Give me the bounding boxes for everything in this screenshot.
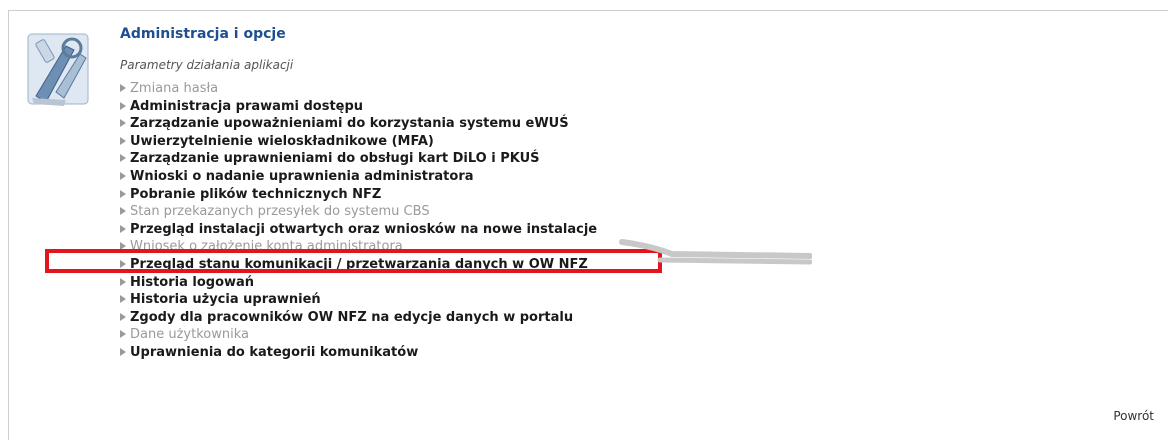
section-title: Administracja i opcje bbox=[120, 26, 286, 42]
menu-item-label: Dane użytkownika bbox=[130, 327, 249, 343]
arrow-right-icon bbox=[120, 119, 126, 128]
menu-item-label: Historia logowań bbox=[130, 274, 255, 290]
arrow-right-icon bbox=[120, 154, 126, 163]
arrow-right-icon bbox=[120, 84, 126, 92]
menu-item-mfa[interactable]: Uwierzytelnienie wieloskładnikowe (MFA) bbox=[120, 133, 597, 151]
pointer-arrow bbox=[619, 239, 812, 265]
options-menu: Zmiana hasła Administracja prawami dostę… bbox=[120, 80, 597, 362]
arrow-right-icon bbox=[120, 312, 126, 321]
arrow-right-icon bbox=[120, 207, 126, 216]
menu-item-label: Uprawnienia do kategorii komunikatów bbox=[130, 344, 419, 360]
menu-item-label: Historia użycia uprawnień bbox=[130, 292, 321, 308]
section-subtitle: Parametry działania aplikacji bbox=[120, 58, 294, 72]
menu-item-admin-requests[interactable]: Wnioski o nadanie uprawnienia administra… bbox=[120, 168, 597, 186]
menu-item-label: Administracja prawami dostępu bbox=[130, 98, 364, 114]
menu-item-label: Stan przekazanych przesyłek do systemu C… bbox=[130, 204, 430, 220]
menu-item-permission-history[interactable]: Historia użycia uprawnień bbox=[120, 291, 597, 309]
arrow-right-icon bbox=[120, 224, 126, 233]
arrow-right-icon bbox=[120, 189, 126, 198]
menu-item-label: Uwierzytelnienie wieloskładnikowe (MFA) bbox=[130, 133, 434, 149]
menu-item-label: Zmiana hasła bbox=[130, 81, 219, 96]
menu-item-label: Zarządzanie upoważnieniami do korzystani… bbox=[130, 116, 569, 132]
arrow-right-icon bbox=[120, 295, 126, 304]
menu-item-user-data: Dane użytkownika bbox=[120, 326, 597, 344]
arrow-right-icon bbox=[120, 347, 126, 356]
menu-item-cbs-shipments: Stan przekazanych przesyłek do systemu C… bbox=[120, 203, 597, 221]
menu-item-label: Przegląd instalacji otwartych oraz wnios… bbox=[130, 221, 598, 237]
arrow-right-icon bbox=[120, 136, 126, 145]
menu-item-label: Pobranie plików technicznych NFZ bbox=[130, 186, 382, 202]
menu-item-label: Zarządzanie uprawnieniami do obsługi kar… bbox=[130, 151, 540, 167]
menu-item-access-rights[interactable]: Administracja prawami dostępu bbox=[120, 98, 597, 116]
settings-tools-icon bbox=[27, 33, 89, 106]
menu-item-dilo-pkus-cards[interactable]: Zarządzanie uprawnieniami do obsługi kar… bbox=[120, 150, 597, 168]
menu-item-label: Zgody dla pracowników OW NFZ na edycje d… bbox=[130, 309, 574, 325]
menu-item-message-categories[interactable]: Uprawnienia do kategorii komunikatów bbox=[120, 344, 597, 362]
arrow-right-icon bbox=[120, 277, 126, 286]
menu-item-nfz-employee-consents[interactable]: Zgody dla pracowników OW NFZ na edycje d… bbox=[120, 309, 597, 327]
menu-item-installations-review[interactable]: Przegląd instalacji otwartych oraz wnios… bbox=[120, 221, 597, 239]
back-link[interactable]: Powrót bbox=[1113, 409, 1154, 423]
menu-item-login-history[interactable]: Historia logowań bbox=[120, 274, 597, 292]
highlight-box bbox=[45, 249, 662, 273]
menu-item-change-password: Zmiana hasła bbox=[120, 80, 597, 98]
arrow-right-icon bbox=[120, 330, 126, 339]
menu-item-nfz-technical-files[interactable]: Pobranie plików technicznych NFZ bbox=[120, 186, 597, 204]
menu-item-label: Wnioski o nadanie uprawnienia administra… bbox=[130, 168, 474, 184]
menu-item-ewus-authorizations[interactable]: Zarządzanie upoważnieniami do korzystani… bbox=[120, 115, 597, 133]
arrow-right-icon bbox=[120, 101, 126, 110]
arrow-right-icon bbox=[120, 171, 126, 180]
